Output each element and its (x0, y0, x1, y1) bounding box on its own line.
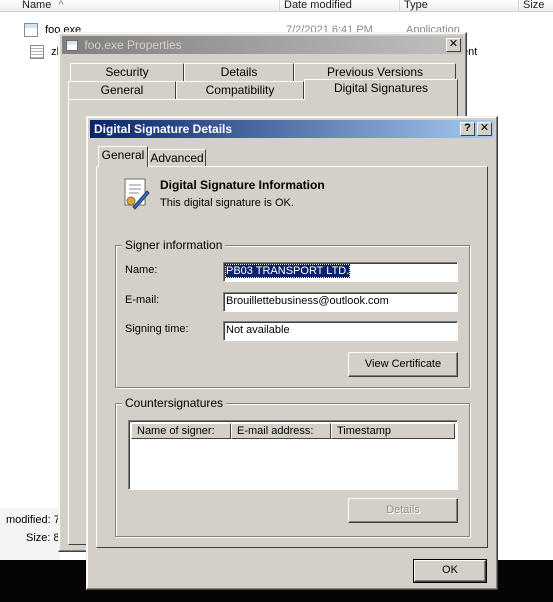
size-label: Size: (26, 532, 51, 544)
column-name-label: Name (22, 0, 52, 11)
signature-info-heading: Digital Signature Information (160, 178, 325, 192)
signer-information-group: Signer information Name: PB03 TRANSPORT … (115, 238, 470, 388)
certificate-icon (124, 178, 150, 210)
tab-general[interactable]: General (68, 81, 176, 99)
column-timestamp[interactable]: Timestamp (331, 423, 455, 439)
column-date-modified[interactable]: Date modified (280, 0, 400, 12)
properties-title: foo.exe Properties (84, 38, 182, 52)
tab-details[interactable]: Details (184, 63, 294, 81)
application-file-icon (24, 23, 38, 38)
properties-app-icon (66, 40, 78, 52)
properties-titlebar[interactable]: foo.exe Properties ✕ (62, 36, 463, 54)
close-icon[interactable]: ✕ (477, 122, 492, 136)
details-titlebar[interactable]: Digital Signature Details ? ✕ (90, 120, 494, 138)
tab-compatibility[interactable]: Compatibility (176, 81, 304, 99)
document-file-icon (30, 45, 44, 60)
signing-time-label: Signing time: (125, 323, 189, 335)
tab-general[interactable]: General (98, 146, 148, 167)
signer-name-value: PB03 TRANSPORT LTD. (224, 264, 351, 278)
sort-arrow-icon: ^ (58, 0, 64, 11)
tab-digital-signatures[interactable]: Digital Signatures (304, 79, 458, 100)
tab-security[interactable]: Security (70, 63, 184, 81)
details-pane: modified: 7 Size: 8 (0, 508, 60, 560)
signature-details-dialog: Digital Signature Details ? ✕ General Ad… (86, 116, 498, 590)
email-label: E-mail: (125, 294, 160, 306)
countersignatures-legend: Countersignatures (122, 396, 227, 410)
explorer-column-header: Name ^ Date modified Type Size (0, 0, 553, 12)
help-icon[interactable]: ? (460, 122, 475, 136)
details-tab-panel: Digital Signature Information This digit… (96, 166, 488, 548)
modified-label: modified: (6, 514, 51, 526)
name-label: Name: (125, 264, 158, 276)
signer-name-field[interactable]: PB03 TRANSPORT LTD. (223, 262, 458, 282)
signing-time-field[interactable]: Not available (223, 321, 458, 341)
close-icon[interactable]: ✕ (446, 38, 461, 52)
column-email-address[interactable]: E-mail address: (231, 423, 331, 439)
column-name[interactable]: Name ^ (18, 0, 280, 12)
column-type[interactable]: Type (400, 0, 519, 12)
signer-email-field[interactable]: Brouillettebusiness@outlook.com (223, 292, 458, 312)
signature-status-text: This digital signature is OK. (160, 197, 294, 209)
details-button[interactable]: Details (348, 498, 458, 523)
column-name-of-signer[interactable]: Name of signer: (131, 423, 231, 439)
countersignatures-list[interactable]: Name of signer: E-mail address: Timestam… (128, 420, 458, 490)
view-certificate-button[interactable]: View Certificate (348, 352, 458, 377)
tab-advanced[interactable]: Advanced (148, 149, 206, 167)
ok-button[interactable]: OK (413, 559, 487, 583)
countersignatures-group: Countersignatures Name of signer: E-mail… (115, 396, 470, 537)
details-title: Digital Signature Details (94, 122, 233, 136)
column-size[interactable]: Size (519, 0, 553, 12)
signer-information-legend: Signer information (122, 238, 226, 252)
